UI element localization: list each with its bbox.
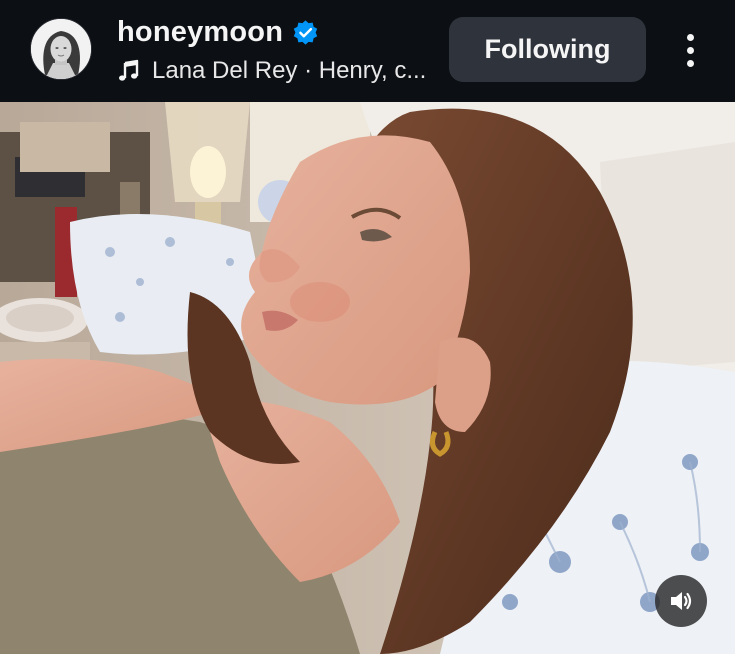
video-frame-illustration — [0, 102, 735, 654]
profile-avatar[interactable] — [30, 18, 92, 80]
music-note-icon — [119, 59, 139, 81]
music-track-text: Lana Del Rey · Henry, c... — [152, 57, 427, 84]
username[interactable]: honeymoon — [117, 16, 283, 49]
music-attribution[interactable]: Lana Del Rey · Henry, c... — [117, 54, 437, 88]
speaker-icon — [671, 592, 692, 610]
post-media[interactable] — [0, 102, 735, 654]
post-header: honeymoon Lana Del Rey · Henry, c... Fol… — [0, 0, 735, 102]
more-dot — [686, 59, 694, 67]
more-options-icon[interactable] — [672, 24, 708, 76]
avatar-image — [31, 19, 91, 79]
following-button[interactable]: Following — [449, 17, 646, 82]
username-row: honeymoon — [117, 14, 319, 50]
more-dot — [686, 33, 694, 41]
sound-toggle-button[interactable] — [655, 575, 707, 627]
verified-badge-icon — [293, 19, 318, 45]
more-dot — [686, 46, 694, 54]
post-container: honeymoon Lana Del Rey · Henry, c... Fol… — [0, 0, 735, 654]
